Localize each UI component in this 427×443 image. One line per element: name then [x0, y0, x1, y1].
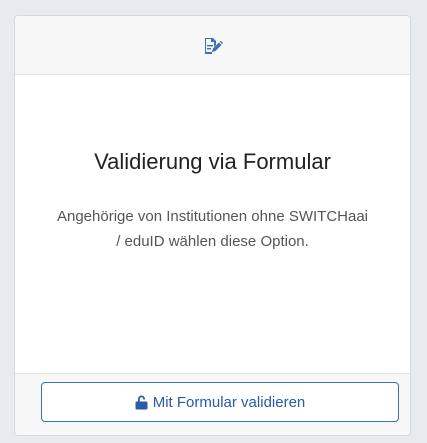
- validate-with-form-button[interactable]: Mit Formular validieren: [41, 382, 399, 422]
- edit-document-icon: [204, 38, 223, 54]
- card-title: Validierung via Formular: [94, 149, 331, 174]
- validate-button-label: Mit Formular validieren: [152, 393, 306, 411]
- card-header: [15, 16, 410, 75]
- card-body: Validierung via Formular Angehörige von …: [15, 74, 410, 376]
- card-footer: Mit Formular validieren: [15, 373, 410, 435]
- validation-card: Validierung via Formular Angehörige von …: [14, 15, 411, 436]
- card-description: Angehörige von Institutionen ohne SWITCH…: [56, 208, 368, 250]
- unlock-icon: [135, 395, 148, 409]
